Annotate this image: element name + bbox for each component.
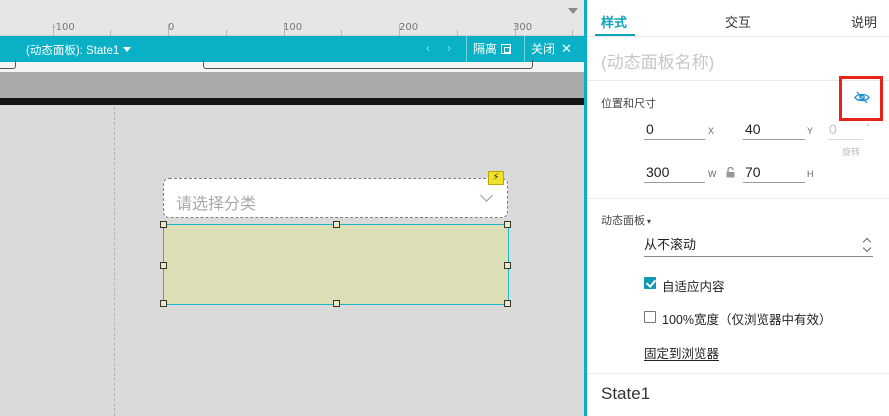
lock-icon[interactable] [726,167,735,178]
resize-handle-top[interactable] [333,221,340,228]
widget-name-input[interactable]: (动态面板名称) [601,48,714,73]
resize-handle-right[interactable] [504,262,511,269]
fit-content-label: 自适应内容 [662,280,725,294]
category-select-placeholder: 请选择分类 [176,196,257,213]
ruler-label: 200 [399,22,419,33]
rotation-label: 旋转 [842,147,861,157]
y-input[interactable]: 40 [743,119,805,140]
position-size-title: 位置和尺寸 [601,98,656,110]
canvas-area: -100 0 100 200 300 (动态面板): State1 ‹ › 隔离… [0,0,584,416]
inspector-panel: 样式 交互 说明 (动态面板名称) 位置和尺寸 0 X 40 Y 0 ° 旋转 … [587,0,889,416]
w-label: W [708,169,717,179]
tab-style[interactable]: 样式 [601,12,627,31]
close-state-button[interactable]: 关闭 ✕ [524,36,578,62]
visibility-toggle-button[interactable] [839,76,883,121]
resize-handle-top-right[interactable] [504,221,511,228]
h-label: H [807,169,814,179]
ruler-tick [168,24,169,36]
close-icon: ✕ [561,41,572,56]
tab-divider [587,36,889,37]
resize-handle-bottom-left[interactable] [160,300,167,307]
full-width-label: 100%宽度（仅浏览器中有效） [662,313,832,327]
close-label: 关闭 [531,42,556,56]
category-select[interactable]: 请选择分类 [163,178,508,218]
width-input[interactable]: 300 [644,162,705,183]
height-input[interactable]: 70 [743,162,805,183]
ruler-tick [284,24,285,36]
outline-shape [0,60,16,69]
state-name[interactable]: State1 [601,384,650,404]
ruler-menu-arrow-icon[interactable] [568,8,578,14]
isolate-button[interactable]: 隔离 [466,36,517,62]
chevron-down-icon [480,189,493,202]
ruler-tick [515,24,516,36]
eye-slash-icon [854,91,870,104]
ruler-label: -100 [52,22,75,33]
tab-notes[interactable]: 说明 [851,12,877,31]
horizontal-ruler: -100 0 100 200 300 [0,0,584,36]
ruler-tick [53,24,54,36]
outline-shape [203,60,533,69]
resize-handle-left[interactable] [160,262,167,269]
caret-down-icon: ▾ [647,217,652,226]
tab-interactions[interactable]: 交互 [725,12,751,31]
x-label: X [708,126,715,136]
resize-handle-bottom-right[interactable] [504,300,511,307]
state-dropdown[interactable]: (动态面板): State1 [26,42,132,58]
fit-content-checkbox[interactable] [644,277,656,289]
caret-down-icon [123,47,132,52]
section-divider [587,198,889,199]
isolate-icon [501,44,512,54]
state-toolbar: (动态面板): State1 ‹ › 隔离 关闭 ✕ [0,36,584,62]
section-divider [587,373,889,374]
scrollbar-mode-select[interactable]: 从不滚动 [644,235,873,257]
next-state-button[interactable]: › [447,41,451,55]
rotation-input[interactable]: 0 [827,119,863,140]
isolate-label: 隔离 [473,42,498,56]
pin-to-browser-link[interactable]: 固定到浏览器 [644,343,719,362]
ruler-label: 100 [283,22,303,33]
previous-state-button[interactable]: ‹ [426,41,430,55]
resize-handle-bottom[interactable] [333,300,340,307]
dynamic-panel-selection[interactable] [163,224,509,305]
dynamic-panel-section-toggle[interactable]: 动态面板 ▾ [601,212,651,228]
guide-line[interactable] [114,107,115,416]
x-input[interactable]: 0 [644,119,705,140]
full-width-checkbox[interactable] [644,311,656,323]
dynamic-panel-title: 动态面板 [601,215,645,227]
header-border [0,98,584,105]
scrollbar-mode-value: 从不滚动 [644,237,697,252]
rotation-unit: ° [866,122,870,132]
ruler-tick [399,24,400,36]
page-outline-strip [0,60,584,72]
state-dropdown-label: (动态面板): State1 [26,45,120,57]
up-down-chevron-icon [863,238,871,252]
header-band [0,72,584,98]
resize-handle-top-left[interactable] [160,221,167,228]
interaction-lightning-icon[interactable]: ⚡ [488,171,504,185]
y-label: Y [807,126,814,136]
